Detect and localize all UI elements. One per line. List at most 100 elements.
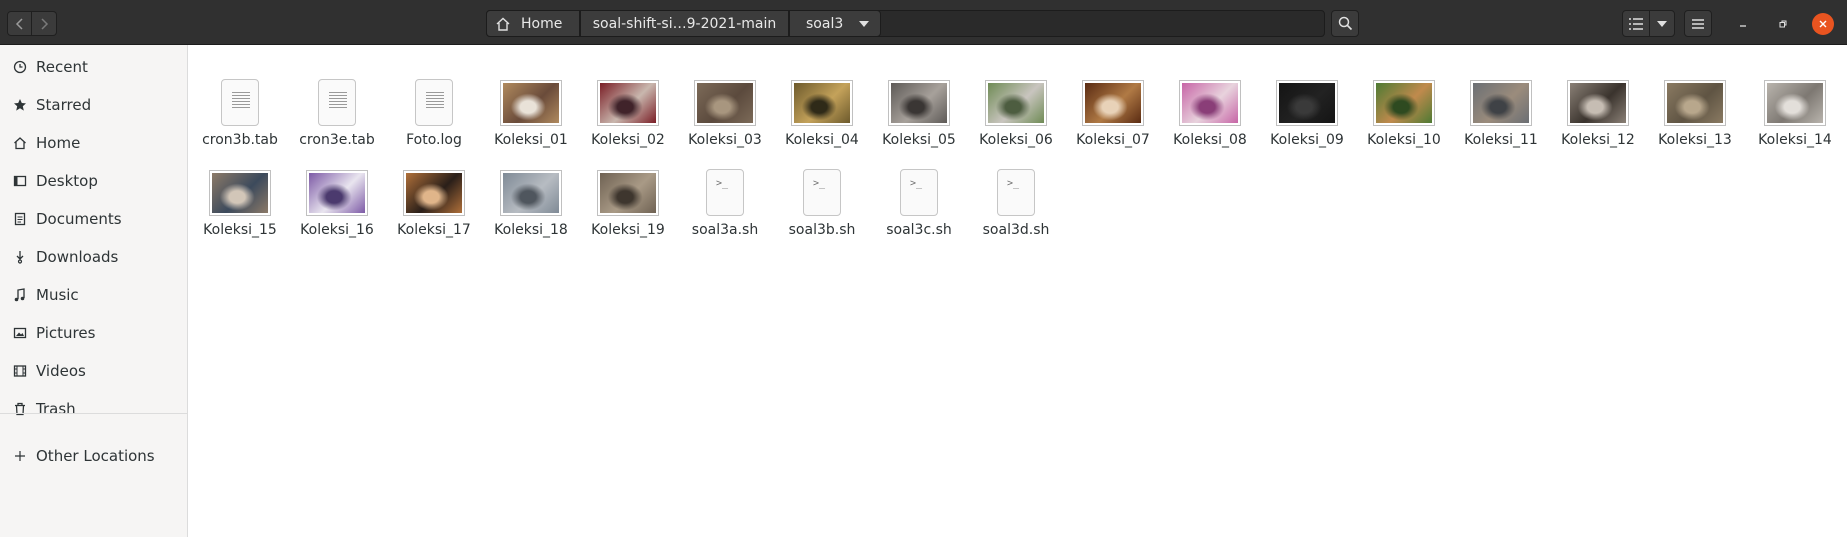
file-item[interactable]: Koleksi_18 [483,152,579,242]
file-item[interactable]: >_ soal3a.sh [677,152,773,242]
restore-icon [1779,20,1787,28]
file-item[interactable]: Koleksi_06 [968,62,1064,152]
file-name: Koleksi_18 [494,222,568,238]
file-item[interactable]: cron3b.tab [192,62,288,152]
file-item[interactable]: Koleksi_10 [1356,62,1452,152]
hamburger-menu-icon [1692,18,1704,29]
forward-button[interactable] [32,11,57,36]
file-name: Koleksi_09 [1270,132,1344,148]
file-item[interactable]: Koleksi_12 [1550,62,1646,152]
file-item[interactable]: >_ soal3c.sh [871,152,967,242]
sidebar-item-recent[interactable]: Recent [0,49,187,85]
script-file-icon: >_ [706,169,744,216]
file-item[interactable]: Koleksi_05 [871,62,967,152]
file-item[interactable]: Koleksi_09 [1259,62,1355,152]
file-name: Koleksi_02 [591,132,665,148]
sidebar-item-home[interactable]: Home [0,125,187,161]
script-file-icon: >_ [997,169,1035,216]
caret-down-icon [859,20,870,27]
breadcrumb-current[interactable]: soal3 [789,10,881,37]
file-item[interactable]: Koleksi_15 [192,152,288,242]
file-item[interactable]: cron3e.tab [289,62,385,152]
back-button[interactable] [7,11,32,36]
image-thumbnail [597,80,659,126]
image-thumbnail [1764,80,1826,126]
search-button[interactable] [1331,10,1359,37]
file-item[interactable]: >_ soal3b.sh [774,152,870,242]
file-item[interactable]: Koleksi_02 [580,62,676,152]
maximize-button[interactable] [1772,13,1794,35]
sidebar-item-desktop[interactable]: Desktop [0,163,187,199]
file-item[interactable]: Koleksi_17 [386,152,482,242]
list-view-icon [1629,17,1643,30]
sidebar-item-videos[interactable]: Videos [0,353,187,389]
text-file-icon [415,79,453,126]
file-item[interactable]: Foto.log [386,62,482,152]
star-icon [12,97,28,113]
file-name: Foto.log [406,132,462,148]
file-name: soal3b.sh [788,222,856,238]
sidebar-item-label: Documents [36,210,122,228]
file-item[interactable]: Koleksi_19 [580,152,676,242]
sidebar-item-downloads[interactable]: Downloads [0,239,187,275]
minimize-button[interactable] [1732,13,1754,35]
file-item[interactable]: Koleksi_11 [1453,62,1549,152]
close-icon [1819,20,1827,28]
script-file-icon: >_ [803,169,841,216]
sidebar-item-other-locations[interactable]: Other Locations [0,438,187,474]
file-name: cron3b.tab [202,132,278,148]
sidebar-item-music[interactable]: Music [0,277,187,313]
breadcrumb-parent[interactable]: soal-shift-si…9-2021-main [580,10,789,37]
file-item[interactable]: Koleksi_16 [289,152,385,242]
file-name: Koleksi_04 [785,132,859,148]
file-item[interactable]: Koleksi_13 [1647,62,1743,152]
image-thumbnail [500,80,562,126]
file-name: Koleksi_08 [1173,132,1247,148]
trash-icon [12,401,28,417]
sidebar-item-label: Desktop [36,172,98,190]
sidebar-item-label: Home [36,134,81,152]
image-thumbnail [1373,80,1435,126]
path-bar[interactable]: Home soal-shift-si…9-2021-main soal3 [486,10,1325,37]
sidebar-item-trash[interactable]: Trash [0,391,187,427]
download-icon [12,249,28,265]
file-name: Koleksi_11 [1464,132,1538,148]
sidebar-item-pictures[interactable]: Pictures [0,315,187,351]
image-thumbnail [403,170,465,216]
file-item[interactable]: Koleksi_01 [483,62,579,152]
list-view-button[interactable] [1622,10,1650,37]
file-item[interactable]: Koleksi_04 [774,62,870,152]
chevron-left-icon [15,17,23,30]
close-button[interactable] [1812,13,1834,35]
image-thumbnail [985,80,1047,126]
image-thumbnail [1276,80,1338,126]
image-thumbnail [888,80,950,126]
menu-button[interactable] [1684,10,1712,37]
script-file-icon: >_ [900,169,938,216]
file-item[interactable]: Koleksi_03 [677,62,773,152]
home-icon [496,17,510,31]
file-name: soal3d.sh [982,222,1050,238]
header-bar: Home soal-shift-si…9-2021-main soal3 [0,0,1847,45]
sidebar-item-label: Pictures [36,324,96,342]
sidebar-item-starred[interactable]: Starred [0,87,187,123]
sidebar-item-label: Downloads [36,248,119,266]
file-item[interactable]: Koleksi_08 [1162,62,1258,152]
file-item[interactable]: Koleksi_14 [1747,62,1843,152]
file-name: Koleksi_13 [1658,132,1732,148]
image-thumbnail [500,170,562,216]
file-name: Koleksi_10 [1367,132,1441,148]
caret-down-icon [1657,20,1667,27]
sidebar-item-label: Recent [36,58,88,76]
chevron-right-icon [41,17,49,30]
text-file-icon [221,79,259,126]
file-name: Koleksi_17 [397,222,471,238]
plus-icon [12,448,28,464]
file-name: Koleksi_12 [1561,132,1635,148]
breadcrumb-home[interactable]: Home [486,10,580,37]
file-item[interactable]: Koleksi_07 [1065,62,1161,152]
breadcrumb-home-label: Home [521,15,563,32]
sidebar-item-documents[interactable]: Documents [0,201,187,237]
file-item[interactable]: >_ soal3d.sh [968,152,1064,242]
view-options-button[interactable] [1649,10,1675,37]
